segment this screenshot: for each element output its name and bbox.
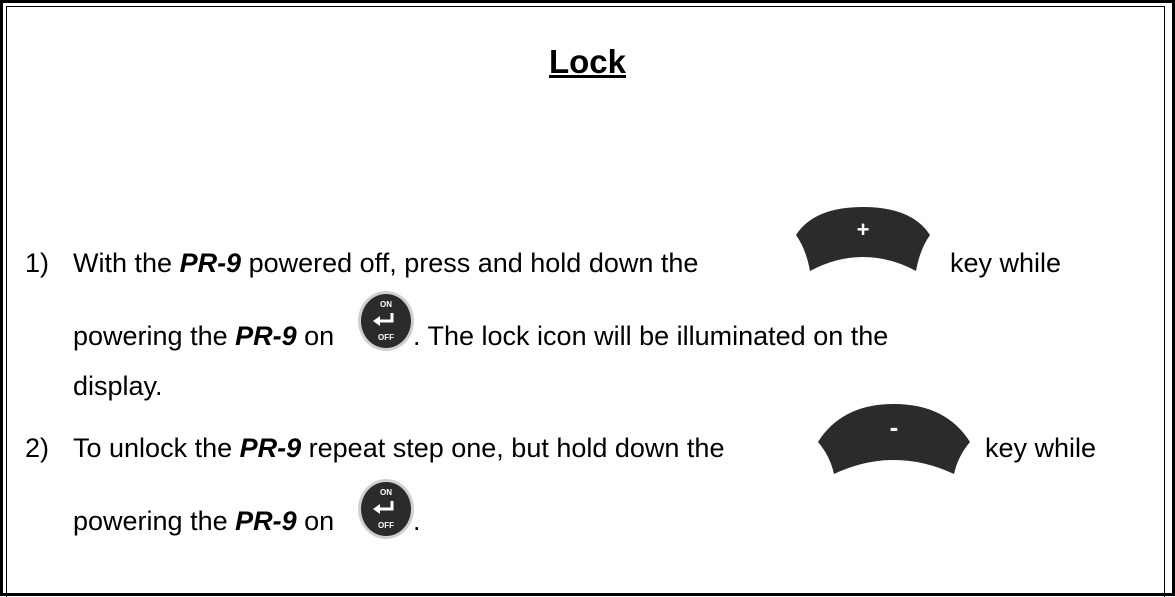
step-1-text-3: display.: [73, 371, 163, 401]
step-2-text-b: repeat step one, but hold down the: [308, 433, 725, 463]
product-name: PR-9: [179, 248, 242, 278]
step-2-text-2b: on: [304, 506, 335, 536]
page-title: Lock: [548, 43, 627, 80]
on-off-key-icon: ON OFF: [357, 478, 415, 545]
step-2-text-2c: .: [413, 506, 421, 536]
product-name: PR-9: [239, 433, 302, 463]
step-1-text-2c: . The lock icon will be illuminated on t…: [413, 321, 889, 351]
product-name: PR-9: [235, 321, 297, 351]
svg-text:ON: ON: [380, 488, 392, 497]
step-1-text-b: powered off, press and hold down the: [248, 248, 699, 278]
svg-text:ON: ON: [380, 300, 392, 309]
on-off-key-icon: ON OFF: [357, 290, 415, 357]
step-1-number: 1): [25, 248, 50, 278]
step-1-text-c: key while: [950, 248, 1062, 278]
plus-key-label: +: [857, 217, 870, 242]
svg-text:OFF: OFF: [378, 521, 394, 530]
step-1-text-2b: on: [304, 321, 335, 351]
step-2-text-a: To unlock the: [73, 433, 233, 463]
plus-key-icon: +: [790, 205, 936, 282]
product-name: PR-9: [235, 506, 297, 536]
step-2-text-c: key while: [985, 433, 1097, 463]
step-1-line-1: 1): [25, 247, 49, 279]
step-2-text-2a: powering the: [73, 506, 228, 536]
step-2-text-2: powering the PR-9 on: [73, 505, 334, 537]
step-2-text-1: To unlock the PR-9 repeat step one, but …: [73, 432, 724, 464]
step-1-text-1: With the PR-9 powered off, press and hol…: [73, 247, 698, 279]
step-2-number: 2): [25, 433, 50, 463]
svg-text:OFF: OFF: [378, 333, 394, 342]
minus-key-label: -: [890, 412, 899, 442]
step-1-text-a: With the: [73, 248, 173, 278]
step-1-text-2a: powering the: [73, 321, 228, 351]
step-1-text-2: powering the PR-9 on: [73, 320, 334, 352]
minus-key-icon: -: [812, 402, 976, 485]
